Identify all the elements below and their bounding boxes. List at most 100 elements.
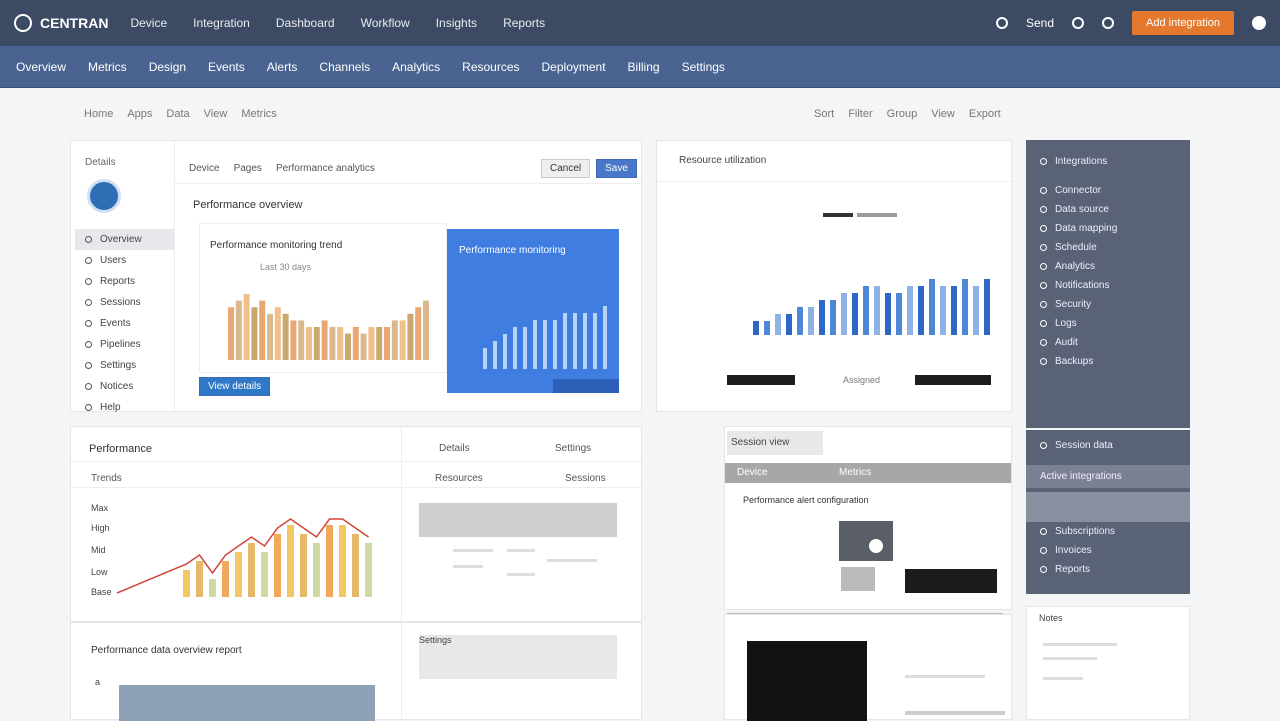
- dark-preview[interactable]: [747, 641, 867, 721]
- tab-details[interactable]: Details: [439, 443, 470, 454]
- panel-item[interactable]: Reports: [1026, 560, 1190, 579]
- video-thumbnail[interactable]: [839, 521, 893, 561]
- side-panel-header: Details: [85, 157, 116, 168]
- side-item-notices[interactable]: Notices: [75, 376, 175, 397]
- save-button[interactable]: Save: [596, 159, 637, 178]
- panel-item[interactable]: Schedule: [1026, 238, 1190, 257]
- image-thumb[interactable]: [841, 567, 875, 591]
- panel-item[interactable]: Data mapping: [1026, 219, 1190, 238]
- circle-icon: [1040, 566, 1047, 573]
- panel-title: Integrations: [1055, 156, 1108, 167]
- side-item-label: Pipelines: [100, 339, 141, 350]
- crumb[interactable]: Metrics: [241, 108, 276, 120]
- panel-item[interactable]: Invoices: [1026, 541, 1190, 560]
- crumb[interactable]: View: [204, 108, 228, 120]
- subnav-overview[interactable]: Overview: [16, 60, 66, 74]
- bar-4-12: [339, 525, 346, 597]
- side-item-reports[interactable]: Reports: [75, 271, 175, 292]
- tab-settings[interactable]: Settings: [419, 635, 452, 645]
- notification-icon[interactable]: [1102, 17, 1114, 29]
- refresh-icon[interactable]: [995, 17, 1008, 29]
- panel-item-label: Backups: [1055, 356, 1094, 367]
- crumb[interactable]: View: [931, 108, 955, 120]
- crumb[interactable]: Group: [887, 108, 918, 120]
- subnav-deployment[interactable]: Deployment: [542, 60, 606, 74]
- breadcrumb-right: Sort Filter Group View Export: [814, 108, 1001, 120]
- thumbnail[interactable]: [119, 685, 375, 721]
- play-icon[interactable]: [869, 539, 883, 553]
- panel-item[interactable]: Notifications: [1026, 276, 1190, 295]
- top-menu-dashboard[interactable]: Dashboard: [276, 16, 335, 30]
- trend-chart-box: Performance monitoring trend Last 30 day…: [199, 223, 447, 373]
- panel-item[interactable]: Logs: [1026, 314, 1190, 333]
- panel-item[interactable]: Security: [1026, 295, 1190, 314]
- side-item-help[interactable]: Help: [75, 397, 175, 418]
- side-item-label: Reports: [100, 276, 136, 287]
- brand-name: CENTRAN: [40, 15, 109, 31]
- side-panel: Details Overview Users Reports Sessions …: [71, 141, 175, 413]
- panel-item[interactable]: Audit: [1026, 333, 1190, 352]
- bar-1-3: [251, 307, 258, 360]
- card-title: Performance data overview report: [91, 645, 242, 656]
- circle-icon: [1040, 244, 1047, 251]
- subnav-events[interactable]: Events: [208, 60, 245, 74]
- panel-highlight[interactable]: [1026, 492, 1190, 522]
- side-item-users[interactable]: Users: [75, 250, 175, 271]
- panel-item[interactable]: Analytics: [1026, 257, 1190, 276]
- crumb[interactable]: Sort: [814, 108, 834, 120]
- crumb[interactable]: Data: [166, 108, 189, 120]
- side-item-overview[interactable]: Overview: [75, 229, 175, 250]
- top-menu-integration[interactable]: Integration: [193, 16, 250, 30]
- bar-3-10: [863, 286, 869, 335]
- bar-4-8: [287, 525, 294, 597]
- panel-item[interactable]: Connector: [1026, 181, 1190, 200]
- integrations-panel: Integrations Connector Data source Data …: [1026, 140, 1190, 428]
- tab-pages[interactable]: Pages: [234, 163, 262, 174]
- bar-1-2: [243, 294, 250, 360]
- side-item-pipelines[interactable]: Pipelines: [75, 334, 175, 355]
- crumb[interactable]: Export: [969, 108, 1001, 120]
- subnav-resources[interactable]: Resources: [462, 60, 519, 74]
- bar-2-9: [573, 313, 577, 369]
- subnav-channels[interactable]: Channels: [319, 60, 370, 74]
- cancel-button[interactable]: Cancel: [541, 159, 591, 178]
- subnav-analytics[interactable]: Analytics: [392, 60, 440, 74]
- subnav-alerts[interactable]: Alerts: [267, 60, 298, 74]
- subnav-design[interactable]: Design: [149, 60, 186, 74]
- crumb[interactable]: Apps: [127, 108, 152, 120]
- panel-item[interactable]: Subscriptions: [1026, 522, 1190, 541]
- top-menu-workflow[interactable]: Workflow: [361, 16, 410, 30]
- top-menu-device[interactable]: Device: [130, 16, 167, 30]
- card-actions: Cancel Save: [541, 159, 637, 178]
- avatar[interactable]: [87, 179, 121, 213]
- subnav-billing[interactable]: Billing: [628, 60, 660, 74]
- view-details-button[interactable]: View details: [199, 377, 271, 396]
- add-integration-button[interactable]: Add integration: [1132, 11, 1234, 35]
- top-menu-insights[interactable]: Insights: [436, 16, 477, 30]
- tab-settings[interactable]: Settings: [555, 443, 591, 454]
- avatar[interactable]: [1252, 16, 1266, 30]
- side-item-sessions[interactable]: Sessions: [75, 292, 175, 313]
- settings-icon[interactable]: [1072, 17, 1084, 29]
- panel-item[interactable]: Data source: [1026, 200, 1190, 219]
- subnav-settings[interactable]: Settings: [682, 60, 725, 74]
- panel-item-label: Notifications: [1055, 280, 1110, 291]
- send-link[interactable]: Send: [1026, 16, 1054, 30]
- circle-icon: [1040, 320, 1047, 327]
- tab-performance-analytics[interactable]: Performance analytics: [276, 163, 375, 174]
- crumb[interactable]: Filter: [848, 108, 872, 120]
- circle-icon: [1040, 263, 1047, 270]
- panel-item[interactable]: Backups: [1026, 352, 1190, 371]
- top-menu-reports[interactable]: Reports: [503, 16, 545, 30]
- bar-1-15: [345, 333, 351, 360]
- side-item-events[interactable]: Events: [75, 313, 175, 334]
- side-item-settings[interactable]: Settings: [75, 355, 175, 376]
- bar-2-1: [493, 341, 497, 369]
- circle-icon: [85, 236, 92, 243]
- crumb[interactable]: Home: [84, 108, 113, 120]
- circle-icon: [85, 257, 92, 264]
- session-icon: [1040, 442, 1047, 449]
- logo-icon[interactable]: [14, 14, 32, 32]
- subnav-metrics[interactable]: Metrics: [88, 60, 127, 74]
- tab-device[interactable]: Device: [189, 163, 220, 174]
